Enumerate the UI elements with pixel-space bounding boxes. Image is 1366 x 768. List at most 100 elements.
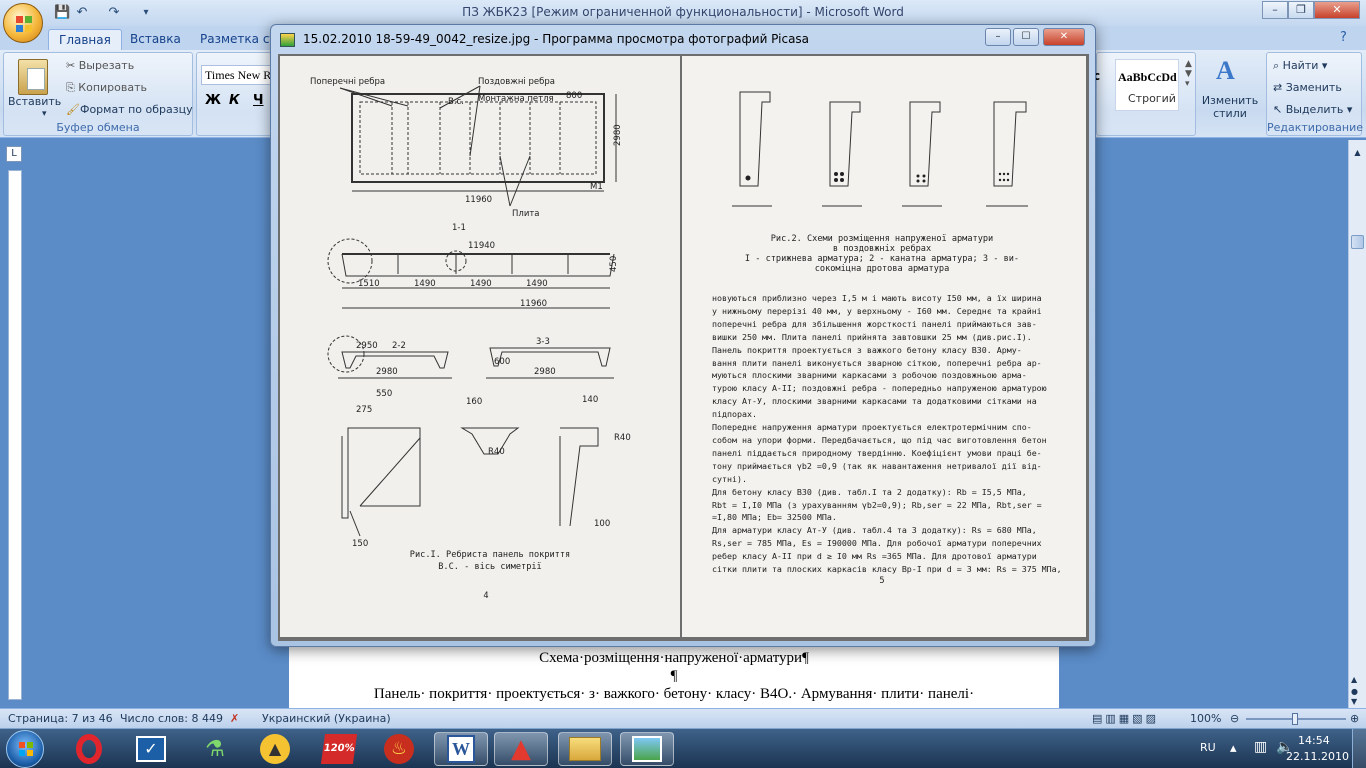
- zoom-tool-icon[interactable]: 120%: [312, 732, 366, 766]
- tab-selector-icon[interactable]: L: [6, 146, 22, 162]
- start-button[interactable]: [6, 730, 44, 768]
- opera-icon[interactable]: [62, 732, 116, 766]
- format-painter-button[interactable]: 🖌Формат по образцу: [66, 103, 193, 116]
- label-2980-c: 2980: [376, 367, 398, 377]
- word-minimize-button[interactable]: –: [1262, 1, 1288, 19]
- scan-text-line: Rbt = І,І0 МПа (з урахуванням γb2=0,9); …: [712, 499, 1042, 510]
- scan-text-line: Попереднє напруження арматури проектуєть…: [712, 422, 1032, 433]
- word-count[interactable]: Число слов: 8 449: [120, 712, 223, 725]
- network-icon[interactable]: ▥: [1254, 739, 1267, 755]
- save-icon[interactable]: 💾: [54, 5, 70, 21]
- undo-icon[interactable]: ↶: [74, 5, 90, 21]
- scan-text-line: підпорах.: [712, 409, 757, 420]
- picasa-viewer-window: 15.02.2010 18-59-49_0042_resize.jpg - Пр…: [270, 24, 1096, 647]
- paste-icon[interactable]: [18, 59, 48, 95]
- paste-dropdown-icon[interactable]: ▾: [42, 109, 47, 119]
- windows-logo-icon: [19, 742, 33, 756]
- scanned-photo[interactable]: Поперечні ребра Поздовжні ребра Монтажна…: [278, 54, 1089, 641]
- word-window-title: ПЗ ЖБК23 [Режим ограниченной функциональ…: [462, 5, 904, 19]
- page-indicator[interactable]: Страница: 7 из 46: [8, 712, 113, 725]
- replace-button[interactable]: ⇄ Заменить: [1273, 81, 1342, 94]
- copy-button[interactable]: ⎘ Копировать: [66, 81, 147, 95]
- taskbar: ✓ ⚗ ▲ 120% ♨ W ▲ RU ▴ ▥ 🔈 14:54 22.11.20…: [0, 728, 1366, 768]
- qat-customize-icon[interactable]: ▾: [138, 5, 154, 21]
- picasa-app-icon: [280, 33, 295, 47]
- chemistry-app-icon[interactable]: ⚗: [188, 732, 242, 766]
- underline-button[interactable]: Ч: [253, 93, 264, 108]
- scan-text-line: Панель покриття проектується з важкого б…: [712, 344, 1022, 355]
- word-taskbar-button[interactable]: W: [434, 732, 488, 766]
- help-icon[interactable]: ?: [1340, 30, 1347, 45]
- prev-page-icon[interactable]: ▲: [1351, 675, 1357, 684]
- label-140: 140: [582, 395, 598, 405]
- font-group: Times New Ro Ж К Ч: [196, 52, 276, 136]
- picasa-close-button[interactable]: ✕: [1043, 28, 1085, 46]
- picasa-maximize-button[interactable]: ☐: [1013, 28, 1039, 46]
- picasa-minimize-button[interactable]: –: [985, 28, 1011, 46]
- scrollbar-thumb[interactable]: [1351, 235, 1364, 249]
- change-styles-button[interactable]: A Изменить стили: [1198, 54, 1262, 134]
- speedtest-icon[interactable]: ✓: [124, 732, 178, 766]
- clock-time[interactable]: 14:54: [1298, 734, 1330, 747]
- browse-object-icon[interactable]: ●: [1351, 687, 1358, 696]
- office-button[interactable]: [3, 3, 43, 43]
- language-bar[interactable]: RU: [1200, 741, 1216, 754]
- scan-text-line: поперечні ребра для збільшення жорсткост…: [712, 318, 1037, 329]
- show-hidden-icons-icon[interactable]: ▴: [1230, 741, 1237, 756]
- tab-insert[interactable]: Вставка: [120, 29, 191, 50]
- firewall-app-icon[interactable]: ♨: [372, 732, 426, 766]
- italic-button[interactable]: К: [229, 93, 240, 108]
- styles-scroll-icon[interactable]: ▲ ▼ ▾: [1185, 59, 1192, 89]
- redo-icon[interactable]: ↷: [106, 5, 122, 21]
- zoom-in-icon[interactable]: ⊕: [1350, 712, 1359, 725]
- label-11960-top: 11960: [465, 195, 492, 205]
- label-2980: 2980: [613, 124, 623, 146]
- zoom-level[interactable]: 100%: [1190, 712, 1221, 725]
- clipboard-group-label: Буфер обмена: [56, 121, 140, 134]
- next-page-icon[interactable]: ▼: [1351, 697, 1357, 706]
- spelling-icon[interactable]: ✗: [230, 712, 239, 725]
- fig2-caption-line1: Рис.2. Схеми розміщення напруженої армат…: [770, 234, 994, 244]
- word-close-button[interactable]: ✕: [1314, 1, 1360, 19]
- language-indicator[interactable]: Украинский (Украина): [262, 712, 391, 725]
- tab-home[interactable]: Главная: [48, 29, 122, 50]
- label-275: 275: [356, 405, 372, 415]
- font-name-combo[interactable]: Times New Ro: [201, 65, 275, 85]
- label-mount-loop: Монтажна петля: [478, 94, 554, 104]
- word-restore-button[interactable]: ❐: [1288, 1, 1314, 19]
- archicad-icon[interactable]: ▲: [248, 732, 302, 766]
- label-1490-c: 1490: [526, 279, 548, 289]
- picasa-taskbar-button[interactable]: [620, 732, 674, 766]
- fig2-caption-line2: в поздовжніх ребрах: [832, 244, 932, 254]
- vertical-scrollbar[interactable]: ▲ ▲ ● ▼: [1348, 140, 1366, 708]
- office-logo-icon: [16, 16, 32, 32]
- scroll-up-icon[interactable]: ▲: [1351, 148, 1364, 160]
- bold-button[interactable]: Ж: [205, 93, 221, 108]
- select-button[interactable]: ↖ Выделить ▾: [1273, 103, 1352, 116]
- scissors-icon: ✂: [66, 59, 79, 72]
- picasa-window-title: 15.02.2010 18-59-49_0042_resize.jpg - Пр…: [303, 32, 810, 46]
- view-buttons-icon[interactable]: ▤▥▦▧▨: [1092, 712, 1159, 725]
- label-550: 550: [376, 389, 392, 399]
- zoom-out-icon[interactable]: ⊖: [1230, 712, 1239, 725]
- explorer-taskbar-button[interactable]: [558, 732, 612, 766]
- label-600: 600: [494, 357, 510, 367]
- label-m1: М1: [590, 182, 603, 192]
- label-150: 150: [352, 539, 368, 549]
- label-vs: В.с.: [448, 97, 464, 107]
- cut-button[interactable]: ✂ Вырезать: [66, 59, 134, 72]
- find-button[interactable]: ⌕ Найти ▾: [1273, 59, 1327, 73]
- styles-group: c AaBbCcDd Строгий ▲ ▼ ▾: [1093, 52, 1196, 136]
- label-section-3-3: 3-3: [536, 337, 550, 347]
- clock-date[interactable]: 22.11.2010: [1286, 750, 1349, 763]
- label-11960-bottom: 11960: [520, 299, 547, 309]
- label-2950: 2950: [356, 341, 378, 351]
- right-page-body-text: новуються приблизно через І,5 м і мають …: [712, 292, 1062, 576]
- style-strict-tile[interactable]: AaBbCcDd Строгий: [1115, 59, 1179, 111]
- zoom-slider-thumb[interactable]: [1292, 713, 1298, 725]
- label-r40-b: R40: [614, 433, 631, 443]
- autocad-taskbar-button[interactable]: ▲: [494, 732, 548, 766]
- paste-button[interactable]: Вставить: [8, 95, 61, 108]
- zoom-slider[interactable]: [1246, 713, 1346, 725]
- show-desktop-button[interactable]: [1352, 729, 1366, 768]
